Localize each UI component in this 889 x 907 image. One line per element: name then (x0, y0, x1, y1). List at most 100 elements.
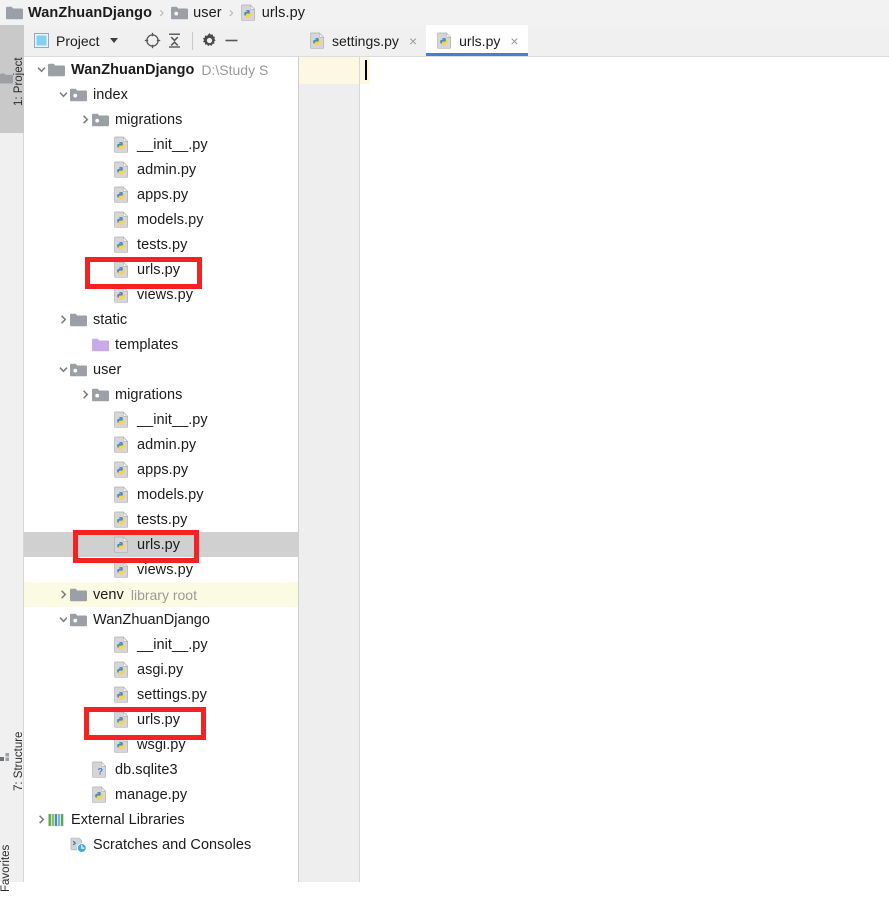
chevron-right-icon[interactable] (78, 388, 92, 402)
locate-target-icon[interactable] (142, 30, 164, 52)
module-folder-icon (70, 363, 89, 377)
python-file-icon (114, 261, 133, 278)
tree-node-admin-py[interactable]: admin.py (24, 432, 298, 457)
tree-node-urls-py[interactable]: urls.py (24, 532, 298, 557)
project-tree[interactable]: WanZhuanDjango D:\Study S index migrations _… (24, 57, 299, 882)
python-file-icon (114, 411, 133, 428)
tree-node-asgi-py[interactable]: asgi.py (24, 657, 298, 682)
python-file-icon (114, 686, 133, 703)
python-file-icon (114, 486, 133, 503)
tree-node-wanzhuandjango[interactable]: WanZhuanDjango D:\Study S (24, 57, 298, 82)
tree-node-manage-py[interactable]: manage.py (24, 782, 298, 807)
collapse-all-icon[interactable] (164, 30, 186, 52)
breadcrumb-item-urls-py[interactable]: urls.py (240, 4, 306, 21)
tree-node-label: wsgi.py (137, 736, 186, 753)
close-icon[interactable]: × (409, 33, 417, 49)
python-file-icon (437, 32, 453, 49)
tree-node-urls-py[interactable]: urls.py (24, 257, 298, 282)
close-icon[interactable]: × (510, 33, 518, 49)
chevron-down-icon[interactable] (56, 363, 70, 377)
editor-tab-urls-py[interactable]: urls.py × (426, 25, 528, 56)
tool-window-button-favorites[interactable]: Favorites (0, 825, 24, 907)
python-file-icon (114, 211, 133, 228)
tree-node--init-py[interactable]: __init__.py (24, 632, 298, 657)
unknown-file-icon: ? (92, 761, 111, 778)
tree-node-index[interactable]: index (24, 82, 298, 107)
tree-node-models-py[interactable]: models.py (24, 482, 298, 507)
tree-node--init-py[interactable]: __init__.py (24, 407, 298, 432)
chevron-right-icon[interactable] (34, 813, 48, 827)
python-file-icon (310, 32, 326, 49)
tree-node-apps-py[interactable]: apps.py (24, 457, 298, 482)
folder-icon (70, 313, 89, 327)
tree-node-label: admin.py (137, 436, 197, 453)
tree-node-wanzhuandjango[interactable]: WanZhuanDjango (24, 607, 298, 632)
tree-node-apps-py[interactable]: apps.py (24, 182, 298, 207)
editor-area[interactable] (299, 57, 889, 882)
breadcrumb-item-label: urls.py (261, 4, 306, 21)
breadcrumb-item-wanzhuandjango[interactable]: WanZhuanDjango (6, 5, 152, 21)
tree-node-models-py[interactable]: models.py (24, 207, 298, 232)
tool-window-button-project[interactable]: 1: Project (0, 25, 25, 133)
tree-node-label: user (93, 361, 122, 378)
tree-node-views-py[interactable]: views.py (24, 282, 298, 307)
tree-node-tests-py[interactable]: tests.py (24, 507, 298, 532)
tree-node-tests-py[interactable]: tests.py (24, 232, 298, 257)
tree-node-urls-py[interactable]: urls.py (24, 707, 298, 732)
editor-tab-settings-py[interactable]: settings.py × (299, 25, 426, 56)
tree-node-user[interactable]: user (24, 357, 298, 382)
tree-node-external-libraries[interactable]: External Libraries (24, 807, 298, 832)
project-view-label: Project (56, 32, 100, 49)
chevron-right-icon[interactable] (78, 113, 92, 127)
tree-node-label: WanZhuanDjango (93, 611, 211, 628)
tree-node-static[interactable]: static (24, 307, 298, 332)
folder-icon (6, 6, 23, 20)
tree-node-views-py[interactable]: views.py (24, 557, 298, 582)
project-view-selector[interactable]: Project (34, 33, 118, 49)
tool-window-button-structure[interactable]: 7: Structure (0, 710, 25, 808)
tree-node--init-py[interactable]: __init__.py (24, 132, 298, 157)
python-file-icon (114, 436, 133, 453)
chevron-down-icon[interactable] (56, 88, 70, 102)
editor-gutter (299, 84, 359, 882)
gear-icon[interactable] (199, 30, 221, 52)
breadcrumb-item-user[interactable]: user (171, 5, 222, 21)
tree-node-migrations[interactable]: migrations (24, 382, 298, 407)
tree-node-label: __init__.py (137, 136, 208, 153)
tree-node-templates[interactable]: templates (24, 332, 298, 357)
chevron-right-icon[interactable] (56, 313, 70, 327)
tree-node-label: static (93, 311, 128, 328)
tree-node-migrations[interactable]: migrations (24, 107, 298, 132)
tree-node-label: views.py (137, 561, 193, 578)
python-file-icon (114, 461, 133, 478)
chevron-down-icon[interactable] (34, 63, 48, 77)
chevron-right-icon[interactable] (56, 588, 70, 602)
tree-node-label: migrations (115, 111, 183, 128)
tree-node-settings-py[interactable]: settings.py (24, 682, 298, 707)
tree-node-venv[interactable]: venv library root (24, 582, 298, 607)
chevron-down-icon[interactable] (56, 613, 70, 627)
tree-node-wsgi-py[interactable]: wsgi.py (24, 732, 298, 757)
tree-node-admin-py[interactable]: admin.py (24, 157, 298, 182)
minimize-icon[interactable] (221, 30, 243, 52)
tree-node-subtext: D:\Study S (201, 61, 269, 78)
toolbar-divider (191, 31, 193, 50)
tree-node-db-sqlite3[interactable]: ? db.sqlite3 (24, 757, 298, 782)
tool-window-button-favorites-label: Favorites (0, 844, 12, 892)
tree-node-label: settings.py (137, 686, 207, 703)
structure-icon (0, 753, 13, 764)
tree-node-scratches-and-consoles[interactable]: Scratches and Consoles (24, 832, 298, 857)
